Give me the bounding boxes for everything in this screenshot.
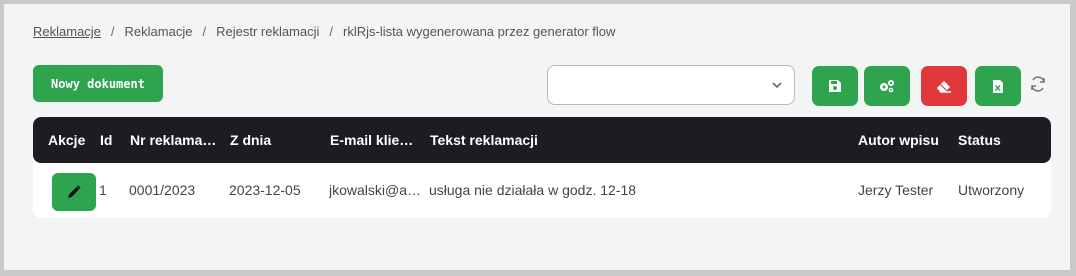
breadcrumb-item[interactable]: Reklamacje <box>125 24 193 39</box>
excel-icon <box>993 79 1003 93</box>
breadcrumb: Reklamacje / Reklamacje / Rejestr reklam… <box>33 24 615 39</box>
save-icon <box>829 80 841 92</box>
eraser-icon <box>937 81 951 93</box>
cell-date: 2023-12-05 <box>229 182 301 198</box>
column-header-actions[interactable]: Akcje <box>48 117 93 163</box>
cell-author: Jerzy Tester <box>858 182 934 198</box>
breadcrumb-separator: / <box>202 24 207 39</box>
table-header: Akcje Id Nr reklama… Z dnia E-mail klie…… <box>33 117 1051 163</box>
edit-row-button[interactable] <box>52 173 96 211</box>
breadcrumb-separator: / <box>110 24 115 39</box>
refresh-button[interactable] <box>1028 74 1048 94</box>
column-header-id[interactable]: Id <box>100 117 125 163</box>
column-header-text[interactable]: Tekst reklamacji <box>430 117 830 163</box>
breadcrumb-item[interactable]: Rejestr reklamacji <box>216 24 319 39</box>
new-document-button[interactable]: Nowy dokument <box>33 65 163 102</box>
pencil-icon <box>68 185 81 198</box>
cell-status: Utworzony <box>958 182 1025 198</box>
column-header-number[interactable]: Nr reklama… <box>130 117 222 163</box>
settings-button[interactable] <box>864 66 910 106</box>
export-excel-button[interactable] <box>975 66 1021 106</box>
breadcrumb-item-current: rklRjs-lista wygenerowana przez generato… <box>343 24 616 39</box>
app-frame: Reklamacje / Reklamacje / Rejestr reklam… <box>4 4 1070 270</box>
view-select[interactable] <box>547 65 795 105</box>
clear-button[interactable] <box>921 66 967 106</box>
column-header-status[interactable]: Status <box>958 117 1048 163</box>
refresh-icon <box>1031 76 1045 92</box>
complaints-table: Akcje Id Nr reklama… Z dnia E-mail klie…… <box>33 117 1051 218</box>
cell-number: 0001/2023 <box>129 182 196 198</box>
column-header-author[interactable]: Autor wpisu <box>858 117 953 163</box>
save-button[interactable] <box>812 66 858 106</box>
breadcrumb-separator: / <box>329 24 334 39</box>
column-header-email[interactable]: E-mail klie… <box>330 117 422 163</box>
cell-text: usługa nie działała w godz. 12-18 <box>429 182 637 198</box>
cell-id: 1 <box>99 182 107 198</box>
cell-email: jkowalski@a… <box>329 182 422 198</box>
breadcrumb-item-home[interactable]: Reklamacje <box>33 24 101 39</box>
chevron-down-icon <box>772 82 782 89</box>
column-header-date[interactable]: Z dnia <box>230 117 320 163</box>
gears-icon <box>880 80 894 93</box>
